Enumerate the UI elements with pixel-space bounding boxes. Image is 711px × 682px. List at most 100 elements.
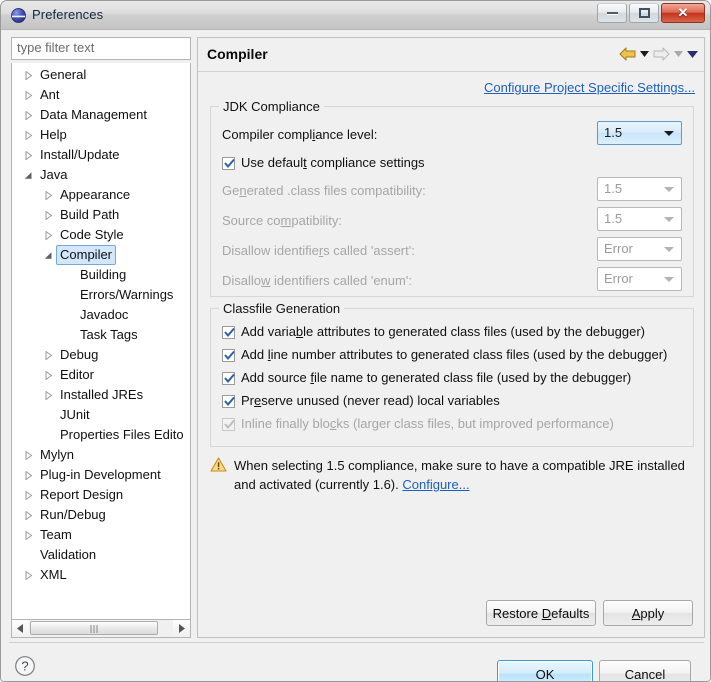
disallow-assert-label: Disallow identifiers called 'assert': bbox=[222, 243, 415, 258]
restore-defaults-label: Restore Defaults bbox=[492, 605, 590, 621]
chevron-down-icon bbox=[664, 277, 674, 282]
add-variable-attributes-label: Add variable attributes to generated cla… bbox=[241, 324, 645, 339]
sidebar-item-xml[interactable]: XML bbox=[12, 565, 190, 585]
checkbox-box bbox=[222, 157, 235, 170]
sidebar-item-plug-in-development[interactable]: Plug-in Development bbox=[12, 465, 190, 485]
compliance-level-value: 1.5 bbox=[604, 125, 623, 140]
sidebar-item-code-style[interactable]: Code Style bbox=[12, 225, 190, 245]
restore-defaults-button[interactable]: Restore Defaults bbox=[486, 600, 596, 626]
chevron-right-icon[interactable] bbox=[24, 131, 33, 140]
chevron-right-icon[interactable] bbox=[24, 451, 33, 460]
chevron-down-icon[interactable] bbox=[44, 251, 53, 260]
chevron-right-icon[interactable] bbox=[44, 211, 53, 220]
ok-button[interactable]: OK bbox=[497, 660, 593, 682]
checkbox-box bbox=[222, 326, 235, 339]
generated-class-compatibility-combo: 1.5 bbox=[597, 177, 682, 201]
sidebar-item-general[interactable]: General bbox=[12, 65, 190, 85]
sidebar-item-label: Data Management bbox=[40, 107, 147, 122]
sidebar-item-data-management[interactable]: Data Management bbox=[12, 105, 190, 125]
chevron-right-icon[interactable] bbox=[24, 531, 33, 540]
sidebar-item-task-tags[interactable]: Task Tags bbox=[12, 325, 190, 345]
sidebar-item-report-design[interactable]: Report Design bbox=[12, 485, 190, 505]
chevron-right-icon[interactable] bbox=[24, 511, 33, 520]
forward-history-dropdown-icon bbox=[674, 51, 683, 57]
page-title: Compiler bbox=[207, 46, 268, 62]
apply-button[interactable]: Apply bbox=[603, 600, 693, 626]
add-source-file-name-label: Add source file name to generated class … bbox=[241, 370, 632, 385]
sidebar-item-installed-jres[interactable]: Installed JREs bbox=[12, 385, 190, 405]
sidebar-item-label: Task Tags bbox=[80, 327, 138, 342]
sidebar-item-mylyn[interactable]: Mylyn bbox=[12, 445, 190, 465]
sidebar-item-validation[interactable]: Validation bbox=[12, 545, 190, 565]
add-line-number-attributes-label: Add line number attributes to generated … bbox=[241, 347, 668, 362]
inline-finally-blocks-label: Inline finally blocks (larger class file… bbox=[241, 416, 614, 431]
sidebar-item-building[interactable]: Building bbox=[12, 265, 190, 285]
sidebar-item-java[interactable]: Java bbox=[12, 165, 190, 185]
chevron-right-icon[interactable] bbox=[44, 351, 53, 360]
chevron-down-icon bbox=[664, 217, 674, 222]
sidebar-item-install-update[interactable]: Install/Update bbox=[12, 145, 190, 165]
configure-jre-link[interactable]: Configure... bbox=[402, 477, 469, 492]
window-maximize-button[interactable] bbox=[629, 3, 659, 23]
chevron-down-icon[interactable] bbox=[24, 171, 33, 180]
svg-text:?: ? bbox=[21, 659, 28, 674]
window-title: Preferences bbox=[32, 7, 104, 22]
chevron-right-icon[interactable] bbox=[24, 111, 33, 120]
checkbox-box bbox=[222, 349, 235, 362]
dialog-body: type filter text General Ant Data Manageme… bbox=[1, 30, 710, 682]
sidebar-item-compiler[interactable]: Compiler bbox=[12, 245, 190, 265]
chevron-right-icon[interactable] bbox=[44, 371, 53, 380]
scrollbar-thumb[interactable] bbox=[30, 621, 158, 635]
chevron-right-icon[interactable] bbox=[24, 491, 33, 500]
view-menu-dropdown-icon[interactable] bbox=[687, 50, 698, 58]
chevron-right-icon[interactable] bbox=[24, 151, 33, 160]
window-close-button[interactable]: ✕ bbox=[661, 3, 705, 23]
chevron-right-icon[interactable] bbox=[24, 71, 33, 80]
warning-triangle-icon bbox=[210, 457, 227, 477]
sidebar-item-label: Build Path bbox=[60, 207, 120, 222]
chevron-right-icon[interactable] bbox=[44, 231, 53, 240]
source-compatibility-label: Source compatibility: bbox=[222, 213, 342, 228]
back-history-dropdown-icon[interactable] bbox=[640, 51, 649, 57]
forward-arrow-icon bbox=[653, 47, 670, 61]
sidebar-item-team[interactable]: Team bbox=[12, 525, 190, 545]
scroll-left-icon[interactable] bbox=[12, 620, 29, 636]
compiler-compliance-level-label: Compiler compliance level: bbox=[222, 127, 378, 142]
configure-project-specific-settings-link[interactable]: Configure Project Specific Settings... bbox=[484, 80, 695, 95]
preferences-tree[interactable]: General Ant Data Management Help Install/Upd… bbox=[11, 63, 191, 620]
window-titlebar[interactable]: Preferences ✕ bbox=[1, 1, 710, 30]
sidebar-item-help[interactable]: Help bbox=[12, 125, 190, 145]
sidebar-item-label: Editor bbox=[60, 367, 94, 382]
sidebar-item-javadoc[interactable]: Javadoc bbox=[12, 305, 190, 325]
disallow-enum-value: Error bbox=[604, 271, 633, 286]
sidebar-item-debug[interactable]: Debug bbox=[12, 345, 190, 365]
close-icon: ✕ bbox=[677, 5, 689, 20]
sidebar-item-run-debug[interactable]: Run/Debug bbox=[12, 505, 190, 525]
sidebar-item-junit[interactable]: JUnit bbox=[12, 405, 190, 425]
chevron-right-icon[interactable] bbox=[24, 91, 33, 100]
sidebar-item-label: Code Style bbox=[60, 227, 124, 242]
chevron-right-icon[interactable] bbox=[24, 571, 33, 580]
scroll-right-icon[interactable] bbox=[173, 620, 190, 636]
chevron-right-icon[interactable] bbox=[44, 191, 53, 200]
sidebar-item-ant[interactable]: Ant bbox=[12, 85, 190, 105]
sidebar-item-appearance[interactable]: Appearance bbox=[12, 185, 190, 205]
chevron-right-icon[interactable] bbox=[24, 471, 33, 480]
help-question-icon[interactable]: ? bbox=[14, 655, 36, 681]
window-minimize-button[interactable] bbox=[597, 3, 627, 23]
chevron-right-icon[interactable] bbox=[44, 391, 53, 400]
sidebar-item-build-path[interactable]: Build Path bbox=[12, 205, 190, 225]
sidebar-item-label: Building bbox=[80, 267, 127, 282]
sidebar-item-label: Errors/Warnings bbox=[80, 287, 174, 302]
back-arrow-icon[interactable] bbox=[619, 47, 636, 61]
cancel-button[interactable]: Cancel bbox=[599, 660, 691, 681]
tree-horizontal-scrollbar[interactable] bbox=[11, 620, 191, 638]
eclipse-sphere-icon bbox=[11, 8, 26, 23]
sidebar-item-errors-warnings[interactable]: Errors/Warnings bbox=[12, 285, 190, 305]
sidebar-item-editor[interactable]: Editor bbox=[12, 365, 190, 385]
sidebar-item-label: Installed JREs bbox=[60, 387, 144, 402]
compiler-compliance-level-combo[interactable]: 1.5 bbox=[597, 121, 682, 145]
ok-label: OK bbox=[535, 666, 555, 682]
sidebar-item-properties-files-edito[interactable]: Properties Files Edito bbox=[12, 425, 190, 445]
filter-input[interactable]: type filter text bbox=[11, 37, 191, 60]
